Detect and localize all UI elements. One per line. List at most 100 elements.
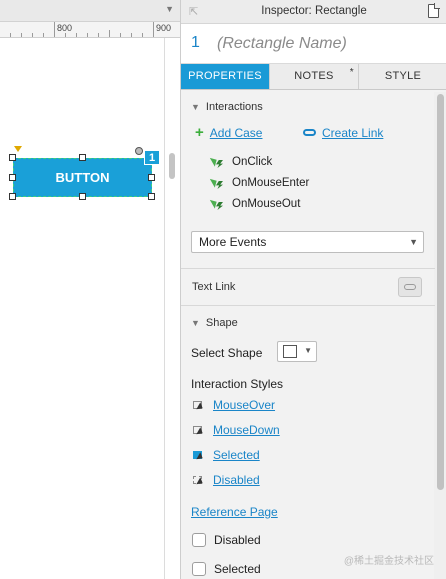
interaction-styles-label: Interaction Styles — [191, 377, 284, 391]
text-link-label: Text Link — [192, 281, 236, 293]
interactions-heading: Interactions — [205, 101, 263, 113]
add-case-label: Add Case — [209, 126, 263, 140]
ruler-tick — [109, 30, 110, 37]
caret-down-icon: ▼ — [191, 318, 200, 328]
shape-picker-dropdown[interactable]: ▼ — [277, 341, 317, 362]
more-events-dropdown[interactable]: More Events ▼ — [191, 231, 424, 253]
event-onmouseout[interactable]: OnMouseOut — [209, 197, 301, 210]
event-cursor-icon — [209, 176, 223, 189]
event-cursor-icon — [209, 197, 223, 210]
plus-icon: + — [195, 124, 204, 141]
inspector-title: Inspector: Rectangle — [261, 5, 367, 17]
selected-checkbox-label: Selected — [214, 562, 261, 576]
ruler-tick — [65, 33, 66, 37]
disabled-checkbox-label: Disabled — [214, 533, 261, 547]
resize-handle-right[interactable] — [148, 174, 155, 181]
style-disabled-row: Disabled — [193, 473, 260, 487]
style-selected-row: Selected — [193, 448, 260, 462]
add-case-button[interactable]: + Add Case — [195, 124, 262, 141]
chevron-down-icon[interactable]: ▼ — [165, 4, 174, 14]
event-label: OnMouseEnter — [232, 177, 310, 189]
connector-handle-icon[interactable] — [14, 146, 22, 152]
shape-heading: Shape — [205, 317, 238, 329]
ruler-tick — [98, 33, 99, 37]
mouseover-style-icon — [193, 399, 205, 412]
widget-name-input[interactable] — [217, 32, 437, 56]
section-divider — [181, 305, 435, 306]
ruler-label-800: 800 — [57, 23, 73, 33]
selected-style-icon — [193, 449, 205, 462]
chevron-down-icon: ▼ — [304, 346, 312, 355]
canvas-divider — [164, 38, 165, 579]
inspector-scrollbar-thumb[interactable] — [437, 94, 444, 490]
ruler-tick — [142, 33, 143, 37]
ruler-tick — [76, 33, 77, 37]
resize-handle-bottom-right[interactable] — [148, 193, 155, 200]
style-mousedown-row: MouseDown — [193, 423, 280, 437]
watermark: @稀土掘金技术社区 — [343, 556, 434, 567]
event-label: OnMouseOut — [232, 198, 301, 210]
tab-notes[interactable]: NOTES * — [270, 64, 359, 89]
canvas-toolbar: ▼ — [0, 0, 180, 22]
tab-notes-label: NOTES — [294, 70, 334, 82]
inspector-tabs: PROPERTIES NOTES * STYLE — [181, 64, 446, 90]
ruler-tick — [87, 33, 88, 37]
ruler-tick — [153, 22, 154, 37]
selected-checkbox-row[interactable]: Selected — [192, 562, 261, 576]
footnote-badge[interactable]: 1 — [144, 150, 160, 165]
disabled-checkbox-row[interactable]: Disabled — [192, 533, 261, 547]
event-label: OnClick — [232, 156, 273, 168]
caret-down-icon: ▼ — [191, 102, 200, 112]
resize-handle-top[interactable] — [79, 154, 86, 161]
section-divider — [181, 268, 435, 269]
ruler-tick — [131, 33, 132, 37]
resize-handle-top-left[interactable] — [9, 154, 16, 161]
selected-checkbox[interactable] — [192, 562, 206, 576]
disabled-style-link[interactable]: Disabled — [213, 473, 260, 487]
create-link-label: Create Link — [322, 126, 384, 140]
select-shape-label: Select Shape — [191, 346, 263, 360]
tab-style[interactable]: STYLE — [359, 64, 446, 89]
resize-handle-left[interactable] — [9, 174, 16, 181]
ruler-label-900: 900 — [156, 23, 172, 33]
event-cursor-icon — [209, 155, 223, 168]
disabled-style-icon — [193, 474, 205, 487]
chevron-down-icon: ▼ — [409, 237, 418, 247]
widget-name-row: 1 — [181, 24, 446, 64]
notes-marker: * — [349, 67, 354, 78]
ruler-tick — [54, 22, 55, 37]
link-icon — [404, 284, 416, 290]
selected-button-widget[interactable]: BUTTON — [13, 158, 152, 197]
inspector-titlebar: ⇱ Inspector: Rectangle — [181, 0, 446, 24]
widget-number: 1 — [191, 34, 200, 51]
inspector-panel: ⇱ Inspector: Rectangle 1 PROPERTIES NOTE… — [180, 0, 446, 579]
create-link-button[interactable]: Create Link — [303, 126, 383, 140]
canvas-scrollbar-thumb[interactable] — [169, 153, 175, 179]
page-icon[interactable] — [428, 3, 440, 18]
horizontal-ruler: 800 900 — [0, 22, 180, 38]
rotate-handle[interactable] — [135, 147, 143, 155]
text-link-button[interactable] — [398, 277, 422, 297]
ruler-tick — [43, 33, 44, 37]
interactions-section-header[interactable]: ▼ Interactions — [191, 101, 263, 113]
ruler-tick — [120, 33, 121, 37]
event-onclick[interactable]: OnClick — [209, 155, 273, 168]
ruler-tick — [32, 33, 33, 37]
style-mouseover-row: MouseOver — [193, 398, 275, 412]
resize-handle-bottom-left[interactable] — [9, 193, 16, 200]
event-onmouseenter[interactable]: OnMouseEnter — [209, 176, 310, 189]
disabled-checkbox[interactable] — [192, 533, 206, 547]
ruler-tick — [21, 33, 22, 37]
link-icon — [303, 129, 316, 137]
selected-style-link[interactable]: Selected — [213, 448, 260, 462]
mousedown-style-link[interactable]: MouseDown — [213, 423, 280, 437]
reference-page-link[interactable]: Reference Page — [191, 505, 278, 519]
more-events-label: More Events — [199, 235, 267, 249]
shape-section-header[interactable]: ▼ Shape — [191, 317, 238, 329]
rectangle-shape-icon — [283, 345, 297, 358]
resize-handle-bottom[interactable] — [79, 193, 86, 200]
design-canvas[interactable]: ▼ 800 900 BUTTON 1 — [0, 0, 180, 579]
ruler-tick — [10, 33, 11, 37]
mouseover-style-link[interactable]: MouseOver — [213, 398, 275, 412]
tab-properties[interactable]: PROPERTIES — [181, 64, 270, 89]
